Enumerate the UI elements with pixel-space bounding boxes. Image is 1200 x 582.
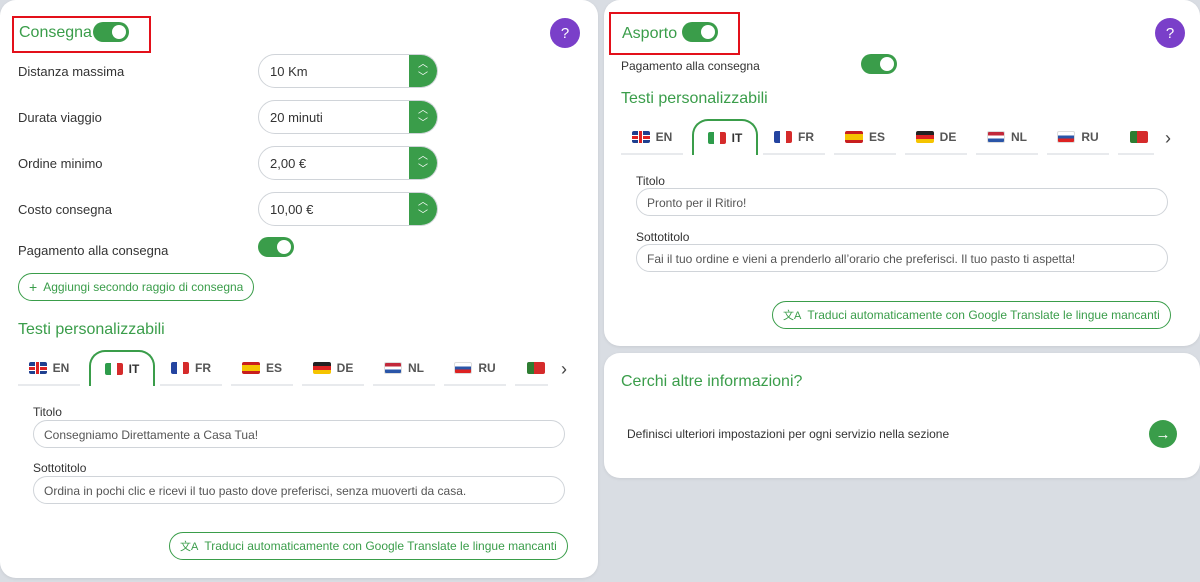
- minimum-order-arrows[interactable]: ︿ ﹀: [409, 147, 437, 179]
- delivery-cost-arrows[interactable]: ︿ ﹀: [409, 193, 437, 225]
- tab-fr[interactable]: FR: [763, 121, 825, 155]
- takeaway-subtitle-label: Sottotitolo: [636, 230, 690, 244]
- chevron-right-icon[interactable]: ›: [554, 359, 574, 380]
- translate-button[interactable]: 文A Traduci automaticamente con Google Tr…: [169, 532, 568, 560]
- chevron-down-icon[interactable]: ﹀: [418, 71, 428, 84]
- tab-pt[interactable]: [1118, 121, 1154, 155]
- translate-icon: 文A: [783, 310, 802, 322]
- france-flag-icon: [171, 362, 189, 374]
- max-distance-label: Distanza massima: [18, 64, 125, 79]
- chevron-up-icon[interactable]: ︿: [418, 104, 428, 117]
- tab-pt[interactable]: [515, 352, 548, 386]
- takeaway-translate-button[interactable]: 文A Traduci automaticamente con Google Tr…: [772, 301, 1171, 329]
- chevron-up-icon[interactable]: ︿: [418, 150, 428, 163]
- takeaway-toggle[interactable]: [682, 22, 718, 42]
- minimum-order-label: Ordine minimo: [18, 156, 103, 171]
- takeaway-custom-texts-title: Testi personalizzabili: [621, 90, 768, 107]
- arrow-right-icon[interactable]: →: [1149, 420, 1177, 448]
- france-flag-icon: [774, 131, 792, 143]
- tab-de[interactable]: DE: [302, 352, 364, 386]
- takeaway-cash-toggle[interactable]: [861, 54, 897, 74]
- subtitle-label: Sottotitolo: [33, 461, 87, 475]
- minimum-order-stepper[interactable]: 2,00 € ︿ ﹀: [258, 146, 438, 180]
- info-text: Definisci ulteriori impostazioni per ogn…: [627, 427, 950, 441]
- max-distance-arrows[interactable]: ︿ ﹀: [409, 55, 437, 87]
- tab-en[interactable]: EN: [18, 352, 80, 386]
- delivery-toggle[interactable]: [93, 22, 129, 42]
- delivery-cost-stepper[interactable]: 10,00 € ︿ ﹀: [258, 192, 438, 226]
- takeaway-title: Asporto: [622, 25, 678, 42]
- add-radius-button[interactable]: + Aggiungi secondo raggio di consegna: [18, 273, 255, 301]
- chevron-down-icon[interactable]: ﹀: [418, 163, 428, 176]
- chevron-right-icon[interactable]: ›: [1158, 128, 1178, 149]
- takeaway-card: Asporto ? Pagamento alla consegna Testi …: [604, 0, 1200, 346]
- tab-es[interactable]: ES: [834, 121, 896, 155]
- russia-flag-icon: [1057, 131, 1076, 143]
- germany-flag-icon: [915, 131, 934, 143]
- cash-on-delivery-toggle[interactable]: [258, 237, 294, 257]
- takeaway-translate-label: Traduci automaticamente con Google Trans…: [807, 308, 1160, 322]
- max-distance-value: 10 Km: [270, 64, 308, 79]
- takeaway-title-input[interactable]: Pronto per il Ritiro!: [636, 188, 1168, 216]
- tab-en[interactable]: EN: [621, 121, 683, 155]
- language-tabs: EN IT FR ES DE NL RU: [18, 350, 548, 388]
- tab-nl[interactable]: NL: [373, 352, 435, 386]
- delivery-cost-label: Costo consegna: [18, 202, 112, 217]
- cash-on-delivery-label: Pagamento alla consegna: [18, 243, 169, 258]
- delivery-card: Consegna ? Distanza massima 10 Km ︿ ﹀ Dur…: [0, 0, 598, 578]
- takeaway-title-label: Titolo: [636, 174, 665, 188]
- spain-flag-icon: [844, 131, 863, 143]
- takeaway-subtitle-input[interactable]: Fai il tuo ordine e vieni a prenderlo al…: [636, 244, 1168, 272]
- delivery-title: Consegna: [19, 24, 92, 41]
- tab-it[interactable]: IT: [89, 350, 155, 386]
- uk-flag-icon: [631, 131, 650, 143]
- chevron-down-icon[interactable]: ﹀: [418, 209, 428, 222]
- info-title: Cerchi altre informazioni?: [621, 373, 803, 390]
- max-distance-stepper[interactable]: 10 Km ︿ ﹀: [258, 54, 438, 88]
- uk-flag-icon: [28, 362, 47, 374]
- takeaway-language-tabs: EN IT FR ES DE NL RU: [621, 119, 1154, 157]
- netherlands-flag-icon: [384, 362, 402, 374]
- subtitle-input[interactable]: Ordina in pochi clic e ricevi il tuo pas…: [33, 476, 565, 504]
- chevron-down-icon[interactable]: ﹀: [418, 117, 428, 130]
- tab-ru[interactable]: RU: [444, 352, 506, 386]
- chevron-up-icon[interactable]: ︿: [418, 58, 428, 71]
- netherlands-flag-icon: [987, 131, 1005, 143]
- title-input[interactable]: Consegniamo Direttamente a Casa Tua!: [33, 420, 565, 448]
- italy-flag-icon: [707, 132, 726, 144]
- minimum-order-value: 2,00 €: [270, 156, 307, 171]
- tab-es[interactable]: ES: [231, 352, 293, 386]
- tab-it[interactable]: IT: [692, 119, 758, 155]
- delivery-cost-value: 10,00 €: [270, 202, 314, 217]
- title-label: Titolo: [33, 405, 62, 419]
- translate-label: Traduci automaticamente con Google Trans…: [204, 539, 557, 553]
- portugal-flag-icon: [527, 362, 545, 374]
- spain-flag-icon: [241, 362, 260, 374]
- chevron-up-icon[interactable]: ︿: [418, 196, 428, 209]
- add-radius-label: Aggiungi secondo raggio di consegna: [43, 280, 244, 294]
- russia-flag-icon: [454, 362, 473, 374]
- custom-texts-title: Testi personalizzabili: [18, 321, 165, 338]
- info-card: Cerchi altre informazioni? Definisci ult…: [604, 353, 1200, 478]
- travel-duration-stepper[interactable]: 20 minuti ︿ ﹀: [258, 100, 438, 134]
- italy-flag-icon: [104, 363, 123, 375]
- delivery-help-icon[interactable]: ?: [550, 18, 580, 48]
- takeaway-help-icon[interactable]: ?: [1155, 18, 1185, 48]
- takeaway-cash-label: Pagamento alla consegna: [621, 59, 760, 73]
- tab-fr[interactable]: FR: [160, 352, 222, 386]
- travel-duration-arrows[interactable]: ︿ ﹀: [409, 101, 437, 133]
- plus-icon: +: [29, 279, 38, 295]
- tab-de[interactable]: DE: [905, 121, 967, 155]
- tab-ru[interactable]: RU: [1047, 121, 1109, 155]
- tab-nl[interactable]: NL: [976, 121, 1038, 155]
- germany-flag-icon: [312, 362, 331, 374]
- translate-icon: 文A: [180, 541, 199, 553]
- travel-duration-label: Durata viaggio: [18, 110, 102, 125]
- travel-duration-value: 20 minuti: [270, 110, 323, 125]
- portugal-flag-icon: [1130, 131, 1148, 143]
